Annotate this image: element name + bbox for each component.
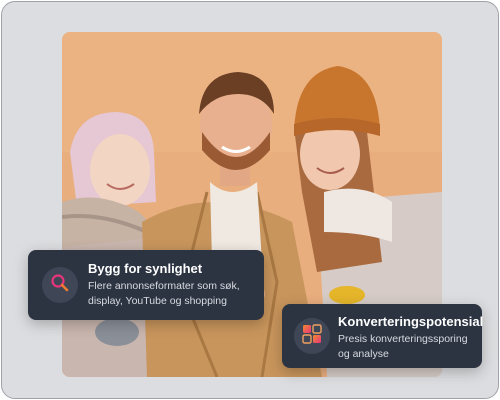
feature-showcase-frame: Bygg for synlighet Flere annonseformater… <box>1 1 499 399</box>
magnifier-search-icon <box>50 273 70 298</box>
conversion-puzzle-icon <box>301 323 323 350</box>
feature-card-title: Bygg for synlighet <box>88 261 203 276</box>
feature-card-description: Presis konverteringssporing og analyse <box>338 333 468 360</box>
feature-card-visibility: Bygg for synlighet Flere annonseformater… <box>28 250 264 320</box>
feature-card-title: Konverteringspotensial <box>338 314 484 329</box>
feature-card-icon-container <box>294 318 330 354</box>
feature-card-icon-container <box>42 267 78 303</box>
feature-card-conversion: Konverteringspotensial Presis konverteri… <box>282 304 484 368</box>
feature-card-description: Flere annonseformater som søk, display, … <box>88 280 240 307</box>
